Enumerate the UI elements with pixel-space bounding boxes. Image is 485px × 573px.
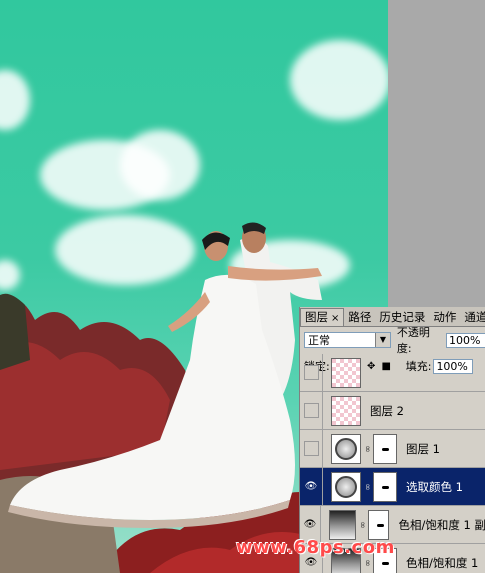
tab-layers[interactable]: 图层 × <box>300 308 345 326</box>
link-icon[interactable]: ∞ <box>357 521 367 529</box>
layer-row[interactable]: 👁 ∞ 选取颜色 1 <box>300 468 485 506</box>
panel-tabs: 图层× 路径 历史记录 动作 通道 <box>300 307 485 327</box>
opacity-label: 不透明度: <box>396 326 430 355</box>
workspace-background <box>388 0 485 310</box>
visibility-toggle[interactable] <box>300 354 323 391</box>
adjustment-icon <box>335 437 357 460</box>
layer-thumbnail[interactable] <box>331 471 361 502</box>
visibility-toggle[interactable] <box>300 392 323 429</box>
blend-mode-select[interactable]: 正常 ▼ <box>304 332 391 348</box>
blend-mode-row: 正常 ▼ 不透明度: 100% <box>304 326 485 355</box>
watermark: www.68ps.com <box>236 537 395 558</box>
adjustment-icon <box>335 475 357 498</box>
eye-icon: 👁 <box>304 557 318 568</box>
layer-mask-thumbnail[interactable] <box>367 509 390 540</box>
layer-row[interactable]: 图层 2 <box>300 392 485 430</box>
link-icon[interactable]: ∞ <box>362 483 372 491</box>
layer-name: 图层 1 <box>406 441 440 456</box>
chevron-down-icon[interactable]: ▼ <box>374 333 390 347</box>
visibility-off-box <box>303 403 319 418</box>
eye-icon: 👁 <box>304 481 318 492</box>
layer-thumbnail[interactable] <box>331 395 361 426</box>
visibility-off-box <box>303 441 319 456</box>
link-icon[interactable]: ∞ <box>362 559 372 567</box>
link-icon[interactable]: ∞ <box>362 445 372 453</box>
layer-thumbnail[interactable] <box>331 433 361 464</box>
blend-mode-value: 正常 <box>308 334 330 347</box>
layer-row[interactable]: ∞ 图层 1 <box>300 430 485 468</box>
tab-channels[interactable]: 通道 <box>460 309 485 326</box>
visibility-toggle[interactable]: 👁 <box>300 468 323 505</box>
opacity-input[interactable]: 100% <box>446 332 485 348</box>
layer-name: 图层 2 <box>370 403 404 418</box>
eye-icon: 👁 <box>303 519 317 530</box>
layer-thumbnail[interactable] <box>331 357 361 388</box>
layer-row[interactable] <box>300 354 485 392</box>
layer-name: 选取颜色 1 <box>406 479 463 494</box>
layer-mask-thumbnail[interactable] <box>373 433 397 464</box>
close-icon[interactable]: × <box>331 313 339 324</box>
layer-thumbnail[interactable] <box>328 509 357 540</box>
layer-name: 色相/饱和度 1 副 <box>398 517 485 532</box>
layer-name: 色相/饱和度 1 <box>406 555 479 570</box>
layers-panel: 图层× 路径 历史记录 动作 通道 正常 ▼ 不透明度: 100% 锁定: ✎ … <box>299 307 485 573</box>
layer-mask-thumbnail[interactable] <box>373 471 397 502</box>
visibility-toggle[interactable] <box>300 430 323 467</box>
visibility-off-box <box>303 365 319 380</box>
tab-paths[interactable]: 路径 <box>344 309 375 326</box>
